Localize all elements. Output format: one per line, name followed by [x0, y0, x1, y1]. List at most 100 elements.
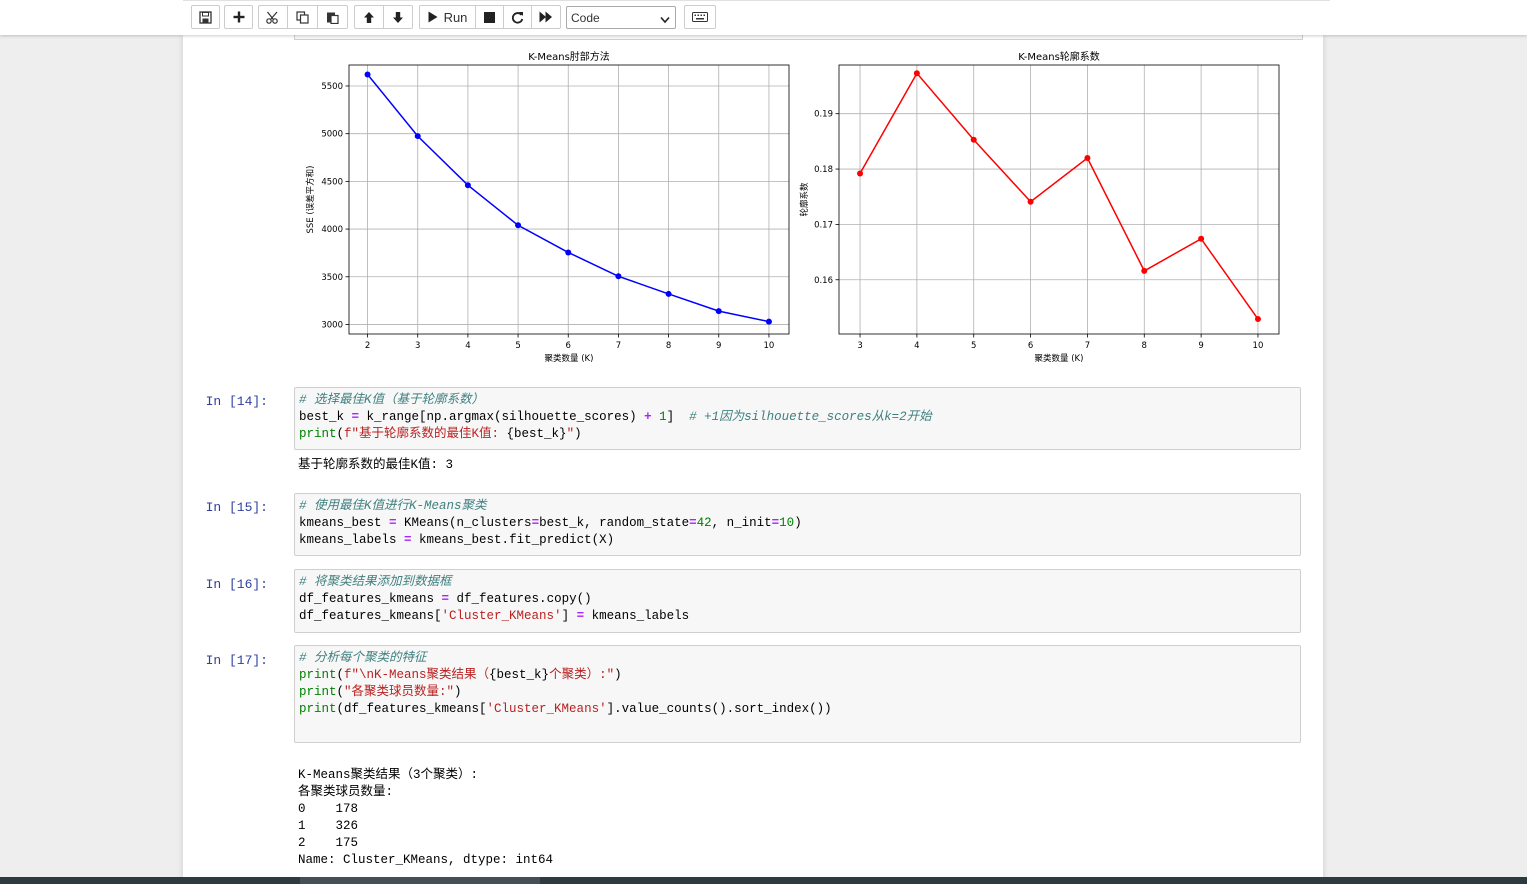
chart-title: K-Means轮廓系数	[1018, 50, 1100, 63]
code-token: kmeans_labels	[299, 533, 405, 547]
x-tick-label: 3	[857, 341, 862, 351]
data-point	[1254, 316, 1261, 323]
code-token: df_features_kmeans	[299, 592, 442, 606]
code-token: "各聚类球员数量:"	[344, 685, 455, 699]
x-tick-label: 4	[465, 341, 470, 351]
data-point	[464, 182, 471, 189]
x-tick-label: 9	[1198, 341, 1203, 351]
data-point	[1198, 235, 1205, 242]
code-line: print(df_features_kmeans['Cluster_KMeans…	[299, 701, 1296, 718]
code-token: print	[299, 427, 337, 441]
code-token: {best_k}	[506, 427, 567, 441]
series-line	[859, 72, 1259, 320]
code-token: (	[336, 668, 345, 682]
command-palette-button[interactable]	[684, 5, 716, 29]
code-token: "	[566, 427, 575, 441]
keyboard-icon	[692, 12, 708, 22]
play-icon	[428, 11, 438, 23]
run-label: Run	[443, 9, 468, 25]
move-up-button[interactable]	[354, 5, 384, 29]
code-token: # 分析每个聚类的特征	[299, 651, 427, 665]
code-token: 1	[659, 410, 667, 424]
x-axis-label: 聚类数量 (K)	[545, 353, 594, 364]
cell-output-text: 基于轮廓系数的最佳K值: 3	[298, 458, 454, 472]
code-line: print("各聚类球员数量:")	[299, 684, 1296, 701]
code-line: kmeans_labels = kmeans_best.fit_predict(…	[299, 532, 1296, 549]
data-point	[765, 318, 772, 325]
data-point	[1141, 267, 1148, 274]
code-cell-input[interactable]: # 分析每个聚类的特征 print(f"\nK-Means聚类结果（{best_k…	[294, 645, 1301, 743]
code-cell-input[interactable]: # 将聚类结果添加到数据框 df_features_kmeans = df_fea…	[294, 569, 1301, 633]
status-bar	[0, 877, 1527, 884]
restart-button[interactable]	[503, 5, 532, 29]
data-point	[857, 170, 864, 177]
save-button[interactable]	[191, 5, 220, 29]
move-down-button[interactable]	[383, 5, 413, 29]
output-line: 1 326	[298, 819, 359, 833]
code-token: =	[441, 592, 450, 606]
code-line: df_features_kmeans['Cluster_KMeans'] = k…	[299, 608, 1296, 625]
paste-button[interactable]	[317, 5, 348, 29]
output-line: 各聚类球员数量:	[298, 785, 394, 799]
notebook-container: 2 3 4 5 6 7 8 9 10 3000 3500 4000 4500 5000 5500 K-Mean…	[183, 35, 1323, 884]
code-token: df_features_kmeans[	[299, 609, 442, 623]
run-button[interactable]: Run	[419, 5, 476, 29]
code-line: best_k = k_range[np.argmax(silhouette_sc…	[299, 409, 1296, 426]
arrow-up-icon	[363, 11, 375, 24]
code-token: (	[336, 427, 345, 441]
output-line: 0 178	[298, 802, 359, 816]
x-tick-label: 7	[1085, 341, 1090, 351]
data-point	[665, 290, 672, 297]
code-token: )	[574, 427, 582, 441]
code-line: # 将聚类结果添加到数据框	[299, 574, 1296, 591]
code-line: # 选择最佳K值（基于轮廓系数）	[299, 392, 1296, 409]
x-tick-label: 7	[616, 341, 621, 351]
x-tick-label: 5	[515, 341, 520, 351]
elbow-chart: 2 3 4 5 6 7 8 9 10 3000 3500 4000 4500 5000 5500 K-Mean…	[305, 50, 790, 364]
code-cell-input[interactable]: # 选择最佳K值（基于轮廓系数） best_k = k_range[np.argm…	[294, 387, 1301, 450]
code-token: # 选择最佳K值（基于轮廓系数）	[299, 393, 485, 407]
code-token: print	[299, 668, 337, 682]
silhouette-chart: 3 4 5 6 7 8 9 10 0.16 0.17 0.18 0.19 K-Means轮廓系数聚类数量…	[799, 50, 1280, 364]
x-tick-label: 6	[566, 341, 571, 351]
cell-type-select[interactable]: Code	[566, 6, 676, 29]
restart-icon	[511, 11, 524, 24]
toolbar-divider	[183, 0, 1330, 1]
cell-prompt: In [15]:	[205, 500, 268, 515]
x-tick-label: 2	[365, 341, 370, 351]
data-point	[414, 133, 421, 140]
x-tick-label: 5	[971, 341, 976, 351]
code-token: (	[336, 685, 345, 699]
y-tick-label: 0.17	[814, 220, 833, 230]
cut-button[interactable]	[258, 5, 288, 29]
code-token: (df_features_kmeans[	[336, 702, 487, 716]
copy-button[interactable]	[287, 5, 318, 29]
interrupt-button[interactable]	[475, 5, 504, 29]
copy-icon	[296, 10, 309, 24]
code-line: # 分析每个聚类的特征	[299, 650, 1296, 667]
restart-run-all-button[interactable]	[531, 5, 561, 29]
cell-type-value: Code	[571, 10, 600, 25]
data-point	[615, 273, 622, 280]
cell-output-text: K-Means聚类结果（3个聚类）: 各聚类球员数量: 0 178 1 326 2 17…	[298, 767, 553, 869]
y-tick-label: 0.19	[814, 110, 833, 120]
plus-icon	[233, 11, 245, 23]
data-point	[515, 222, 522, 229]
code-token: 42	[696, 516, 712, 530]
code-cell-input[interactable]: # 使用最佳K值进行K-Means聚类 kmeans_best = KMeans(…	[294, 493, 1301, 556]
code-token: kmeans_best	[299, 516, 390, 530]
code-token: =	[576, 609, 585, 623]
x-tick-label: 10	[1253, 341, 1264, 351]
x-axis-label: 聚类数量 (K)	[1035, 353, 1084, 364]
data-point	[1084, 154, 1091, 161]
y-tick-label: 5000	[321, 130, 343, 140]
x-tick-label: 8	[1142, 341, 1147, 351]
insert-cell-button[interactable]	[224, 5, 253, 29]
y-tick-label: 0.18	[814, 165, 833, 175]
chart-output: 2 3 4 5 6 7 8 9 10 3000 3500 4000 4500 5000 5500 K-Mean…	[305, 50, 1280, 364]
x-tick-label: 9	[716, 341, 721, 351]
code-token: =	[531, 516, 540, 530]
y-axis-label: SSE (误差平方和)	[305, 166, 316, 234]
save-icon	[199, 10, 212, 24]
x-tick-label: 10	[764, 341, 775, 351]
